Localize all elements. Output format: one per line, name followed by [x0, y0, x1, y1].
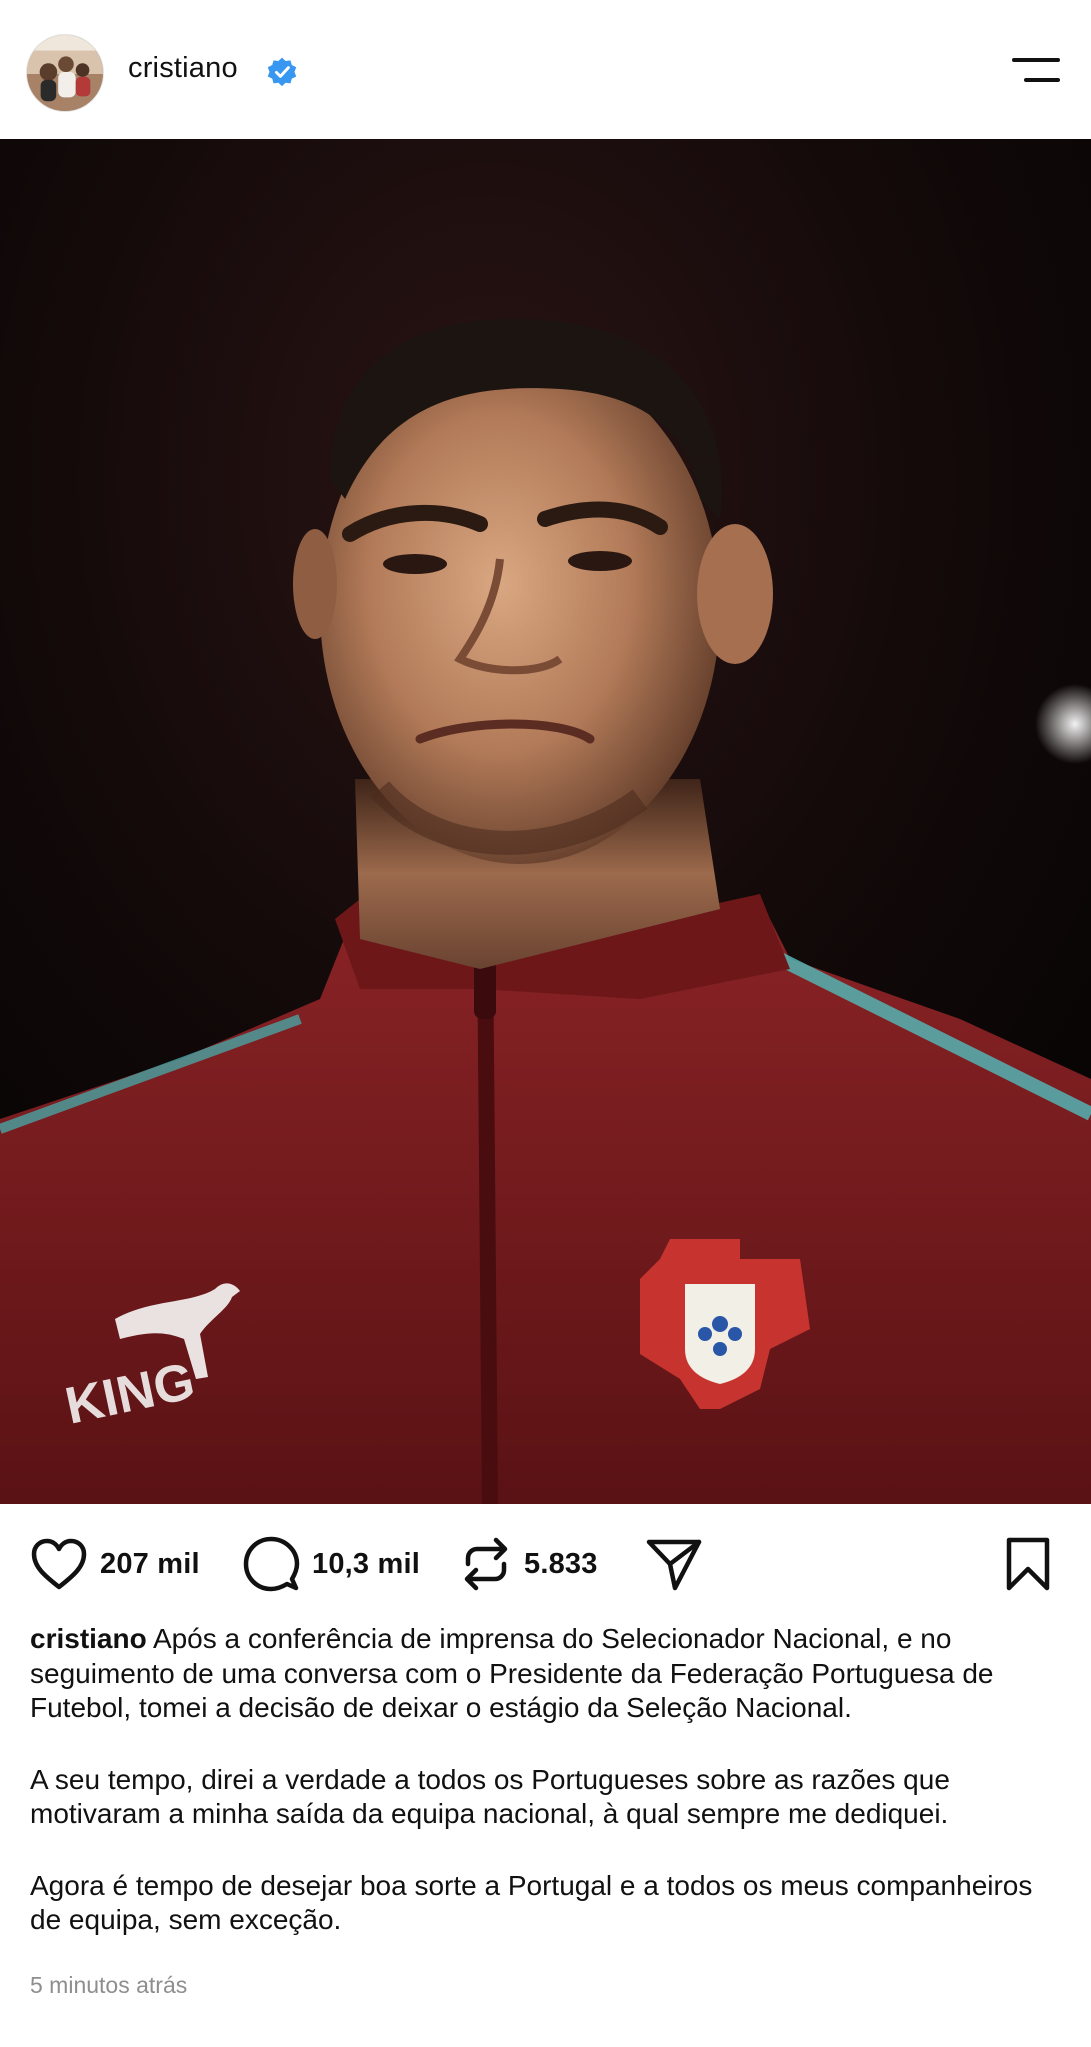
repost-button[interactable]: 5.833	[460, 1534, 598, 1594]
like-button[interactable]: 207 mil	[30, 1534, 200, 1594]
comments-count: 10,3 mil	[312, 1547, 420, 1580]
caption-paragraph-1: cristiano Após a conferência de imprensa…	[30, 1622, 1070, 1726]
heart-icon	[31, 1538, 87, 1590]
save-button[interactable]	[1004, 1534, 1052, 1594]
likes-count: 207 mil	[100, 1547, 200, 1580]
comment-button[interactable]: 10,3 mil	[242, 1534, 420, 1594]
post-caption: cristiano Após a conferência de imprensa…	[30, 1622, 1070, 1975]
caption-username[interactable]: cristiano	[30, 1623, 147, 1654]
bookmark-icon	[1006, 1537, 1050, 1591]
comment-icon	[243, 1536, 300, 1592]
share-button[interactable]	[645, 1534, 703, 1594]
verified-badge-icon	[267, 57, 297, 87]
repost-icon	[464, 1537, 508, 1591]
reposts-count: 5.833	[524, 1547, 598, 1580]
post-image[interactable]: KING	[0, 139, 1091, 1504]
send-icon	[646, 1539, 702, 1591]
username[interactable]: cristiano	[128, 52, 238, 85]
post-header: cristiano	[0, 0, 1091, 139]
caption-paragraph-2: A seu tempo, direi a verdade a todos os …	[30, 1763, 950, 1830]
menu-icon[interactable]	[1008, 55, 1064, 89]
action-bar: 207 mil 10,3 mil 5.833	[0, 1504, 1091, 1624]
avatar[interactable]	[26, 34, 104, 112]
post-timestamp: 5 minutos atrás	[30, 1972, 188, 1998]
caption-text-1: Após a conferência de imprensa do Seleci…	[30, 1623, 994, 1723]
caption-paragraph-3: Agora é tempo de desejar boa sorte a Por…	[30, 1869, 1033, 1936]
